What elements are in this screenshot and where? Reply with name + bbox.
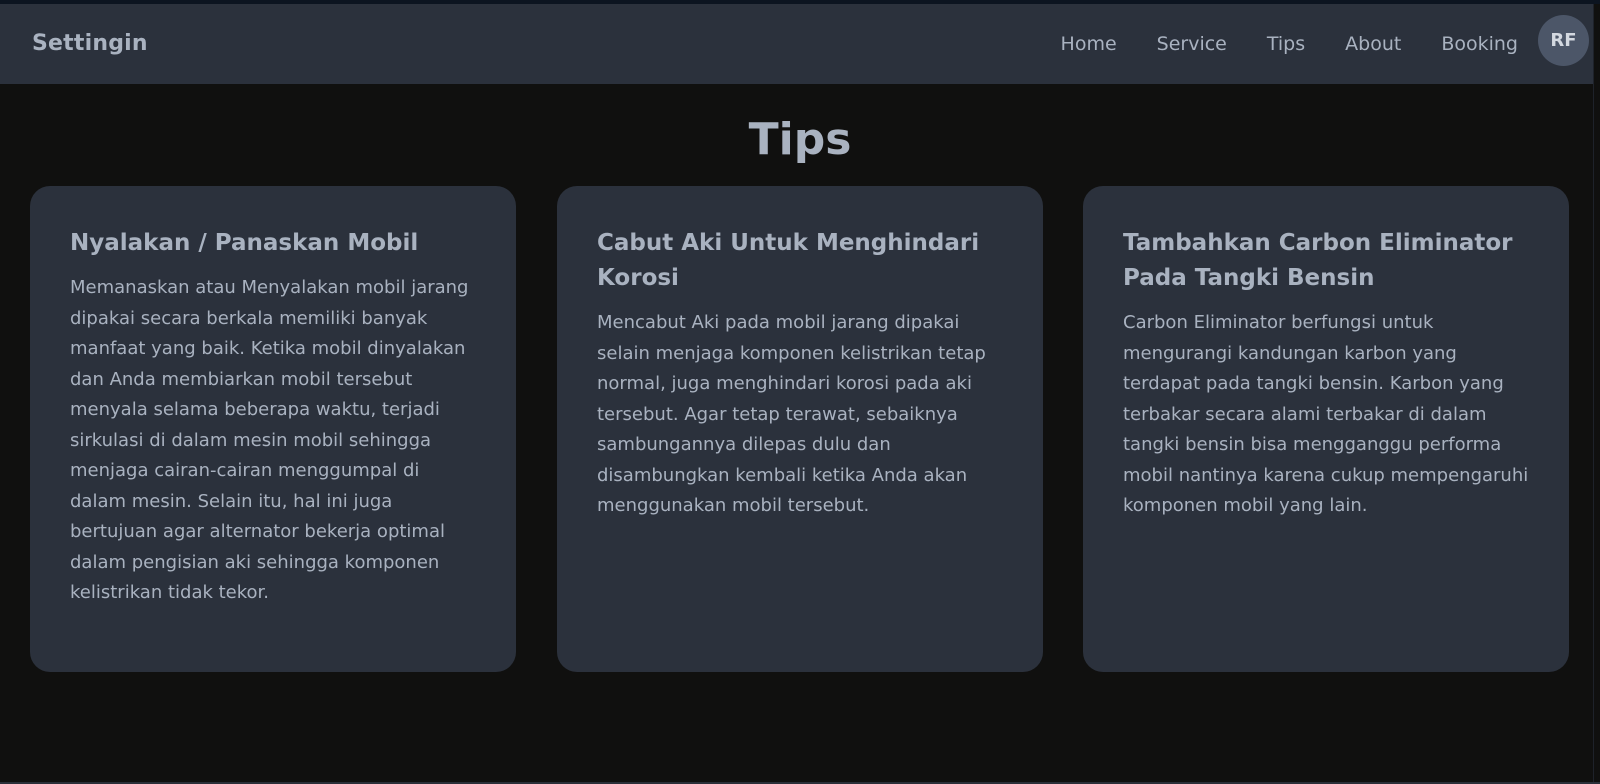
nav-link-about[interactable]: About [1345, 33, 1401, 55]
page-title: Tips [748, 114, 852, 165]
nav-link-home[interactable]: Home [1061, 33, 1117, 55]
tip-card-title: Tambahkan Carbon Eliminator Pada Tangki … [1123, 230, 1513, 291]
nav-link-service[interactable]: Service [1157, 33, 1227, 55]
tip-card-body: Mencabut Aki pada mobil jarang dipakai s… [597, 312, 986, 516]
brand-logo[interactable]: Settingin [32, 4, 148, 84]
tip-card-2: Cabut Aki Untuk Menghindari Korosi Menca… [557, 186, 1043, 672]
navbar: Settingin Home Service Tips About Bookin… [0, 4, 1600, 84]
user-avatar[interactable]: RF [1538, 15, 1589, 66]
tip-card-title: Cabut Aki Untuk Menghindari Korosi [597, 230, 980, 291]
tip-card-body: Carbon Eliminator berfungsi untuk mengur… [1123, 312, 1529, 516]
nav-link-tips[interactable]: Tips [1267, 33, 1305, 55]
window-right-edge [1593, 4, 1600, 784]
tip-card-3: Tambahkan Carbon Eliminator Pada Tangki … [1083, 186, 1569, 672]
tip-card-title: Nyalakan / Panaskan Mobil [70, 230, 419, 256]
nav-links: Home Service Tips About Booking [1061, 4, 1518, 84]
tip-card-body: Memanaskan atau Menyalakan mobil jarang … [70, 277, 469, 603]
nav-link-booking[interactable]: Booking [1441, 33, 1518, 55]
tip-card-1: Nyalakan / Panaskan Mobil Memanaskan ata… [30, 186, 516, 672]
